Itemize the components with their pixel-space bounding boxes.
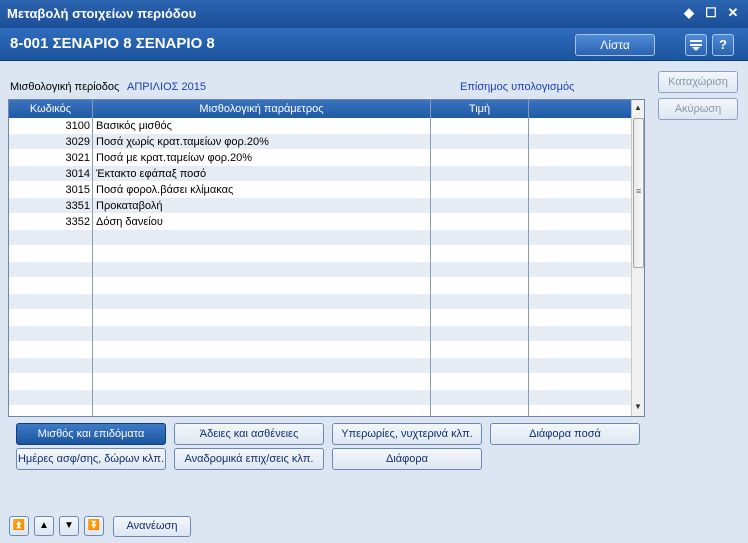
cell-parameter: Ποσά χωρίς κρατ.ταμείων φορ.20%: [96, 136, 269, 148]
table-row[interactable]: [9, 294, 631, 310]
column-header-parameter[interactable]: Μισθολογική παράμετρος: [93, 100, 431, 118]
last-icon: ⏬: [87, 520, 101, 531]
down-arrow-icon: ▼: [64, 520, 74, 531]
cell-code: 3021: [65, 152, 90, 164]
scroll-up-icon[interactable]: ▲: [634, 103, 642, 112]
table-row[interactable]: 3021 Ποσά με κρατ.ταμείων φορ.20%: [9, 150, 631, 166]
previous-record-button[interactable]: ▲: [34, 516, 54, 536]
table-row[interactable]: [9, 342, 631, 358]
tab-misc-amounts[interactable]: Διάφορα ποσά: [490, 423, 640, 445]
cell-code: 3352: [65, 216, 90, 228]
cell-parameter: Ποσά φορολ.βάσει κλίμακας: [96, 184, 234, 196]
cell-parameter: Δόση δανείου: [96, 216, 163, 228]
table-row[interactable]: [9, 374, 631, 390]
cell-parameter: Βασικός μισθός: [96, 120, 172, 132]
close-icon[interactable]: ✕: [724, 4, 742, 22]
table-row[interactable]: 3029 Ποσά χωρίς κρατ.ταμείων φορ.20%: [9, 134, 631, 150]
first-record-button[interactable]: ⏫: [9, 516, 29, 536]
tab-misc[interactable]: Διάφορα: [332, 448, 482, 470]
filter-icon: [690, 40, 702, 51]
cell-code: 3029: [65, 136, 90, 148]
official-calculation-link[interactable]: Επίσημος υπολογισμός: [460, 81, 574, 93]
table-row[interactable]: [9, 390, 631, 406]
grid-rows: 3100 Βασικός μισθός 3029 Ποσά χωρίς κρατ.τα…: [9, 118, 631, 406]
window-titlebar: Μεταβολή στοιχείων περιόδου ◆ ☐ ✕: [0, 0, 748, 28]
table-row[interactable]: [9, 246, 631, 262]
table-row[interactable]: [9, 278, 631, 294]
table-row[interactable]: 3014 Έκτακτο εφάπαξ ποσό: [9, 166, 631, 182]
cell-code: 3351: [65, 200, 90, 212]
help-button[interactable]: ?: [712, 34, 734, 56]
maximize-icon[interactable]: ☐: [702, 4, 720, 22]
next-record-button[interactable]: ▼: [59, 516, 79, 536]
window-controls: ◆ ☐ ✕: [680, 4, 742, 22]
vertical-scrollbar[interactable]: ▲ ≡ ▼: [631, 100, 644, 416]
table-row[interactable]: [9, 230, 631, 246]
record-title: 8-001 ΣΕΝΑΡΙΟ 8 ΣΕΝΑΡΙΟ 8: [10, 35, 215, 52]
column-divider: [528, 100, 529, 416]
pin-icon[interactable]: ◆: [680, 4, 698, 22]
tab-insurance-days[interactable]: Ημέρες ασφ/σης, δώρων κλπ.: [16, 448, 166, 470]
tab-retroactive[interactable]: Αναδρομικά επιχ/σεις κλπ.: [174, 448, 324, 470]
column-header-value[interactable]: Τιμή: [431, 100, 529, 118]
window-title: Μεταβολή στοιχείων περιόδου: [7, 6, 197, 21]
cancel-button[interactable]: Ακύρωση: [658, 98, 738, 120]
scrollbar-thumb[interactable]: ≡: [633, 118, 644, 268]
table-row[interactable]: [9, 262, 631, 278]
grid-header: Κωδικός Μισθολογική παράμετρος Τιμή: [9, 100, 631, 118]
tab-overtime-night[interactable]: Υπερωρίες, νυχτερινά κλπ.: [332, 423, 482, 445]
column-header-code[interactable]: Κωδικός: [9, 100, 93, 118]
period-value[interactable]: ΑΠΡΙΛΙΟΣ 2015: [127, 81, 206, 93]
column-divider: [92, 100, 93, 416]
last-record-button[interactable]: ⏬: [84, 516, 104, 536]
table-row[interactable]: [9, 310, 631, 326]
cell-code: 3014: [65, 168, 90, 180]
table-row[interactable]: 3015 Ποσά φορολ.βάσει κλίμακας: [9, 182, 631, 198]
table-row[interactable]: 3351 Προκαταβολή: [9, 198, 631, 214]
table-row[interactable]: [9, 326, 631, 342]
grip-icon: ≡: [636, 186, 642, 196]
table-row[interactable]: [9, 358, 631, 374]
tab-salary-allowances[interactable]: Μισθός και επιδόματα: [16, 423, 166, 445]
parameters-grid: Κωδικός Μισθολογική παράμετρος Τιμή 3100…: [8, 99, 645, 417]
first-icon: ⏫: [12, 520, 26, 531]
cell-parameter: Ποσά με κρατ.ταμείων φορ.20%: [96, 152, 253, 164]
table-row[interactable]: 3352 Δόση δανείου: [9, 214, 631, 230]
column-header-extra: [529, 100, 631, 118]
cell-code: 3100: [65, 120, 90, 132]
up-arrow-icon: ▲: [39, 520, 49, 531]
period-label: Μισθολογική περίοδος: [10, 81, 120, 93]
column-divider: [430, 100, 431, 416]
record-header: 8-001 ΣΕΝΑΡΙΟ 8 ΣΕΝΑΡΙΟ 8 Λίστα ?: [0, 28, 748, 61]
scroll-down-icon[interactable]: ▼: [634, 402, 642, 411]
filter-button[interactable]: [685, 34, 707, 56]
list-button[interactable]: Λίστα: [575, 34, 655, 56]
tab-leaves-sickness[interactable]: Άδειες και ασθένειες: [174, 423, 324, 445]
table-row[interactable]: 3100 Βασικός μισθός: [9, 118, 631, 134]
cell-parameter: Έκτακτο εφάπαξ ποσό: [96, 168, 207, 180]
cell-parameter: Προκαταβολή: [96, 200, 163, 212]
refresh-button[interactable]: Ανανέωση: [113, 516, 191, 537]
save-button[interactable]: Καταχώριση: [658, 71, 738, 93]
cell-code: 3015: [65, 184, 90, 196]
